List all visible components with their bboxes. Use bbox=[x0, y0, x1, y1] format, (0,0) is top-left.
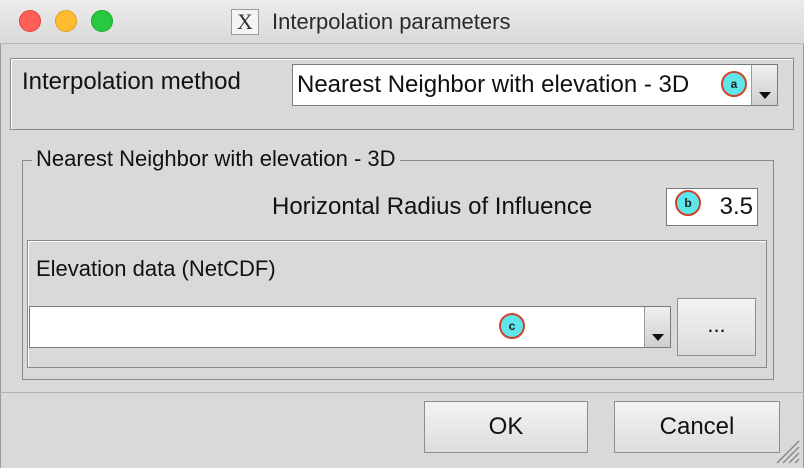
method-select-value: Nearest Neighbor with elevation - 3D bbox=[297, 71, 690, 98]
title-bar: X Interpolation parameters bbox=[0, 0, 804, 44]
resize-grip-icon[interactable] bbox=[772, 436, 800, 464]
app-icon: X bbox=[231, 9, 259, 35]
annotation-marker-a: a bbox=[721, 71, 747, 97]
radius-label: Horizontal Radius of Influence bbox=[272, 193, 593, 220]
group-legend: Nearest Neighbor with elevation - 3D bbox=[32, 146, 400, 172]
close-icon[interactable] bbox=[19, 10, 41, 32]
elevation-label: Elevation data (NetCDF) bbox=[36, 256, 276, 281]
ok-button[interactable]: OK bbox=[424, 401, 588, 453]
minimize-icon[interactable] bbox=[55, 10, 77, 32]
window-title: Interpolation parameters bbox=[272, 9, 511, 34]
radius-value: 3.5 bbox=[719, 193, 753, 220]
method-select[interactable]: Nearest Neighbor with elevation - 3D bbox=[292, 64, 778, 106]
zoom-icon[interactable] bbox=[91, 10, 113, 32]
button-divider bbox=[0, 392, 804, 393]
annotation-marker-c: c bbox=[499, 313, 525, 339]
browse-button[interactable]: ... bbox=[677, 298, 756, 356]
elevation-select[interactable] bbox=[29, 306, 671, 348]
annotation-marker-b: b bbox=[675, 190, 701, 216]
cancel-button[interactable]: Cancel bbox=[614, 401, 780, 453]
chevron-down-icon[interactable] bbox=[644, 307, 670, 347]
method-label: Interpolation method bbox=[22, 68, 241, 95]
chevron-down-icon[interactable] bbox=[751, 65, 777, 105]
